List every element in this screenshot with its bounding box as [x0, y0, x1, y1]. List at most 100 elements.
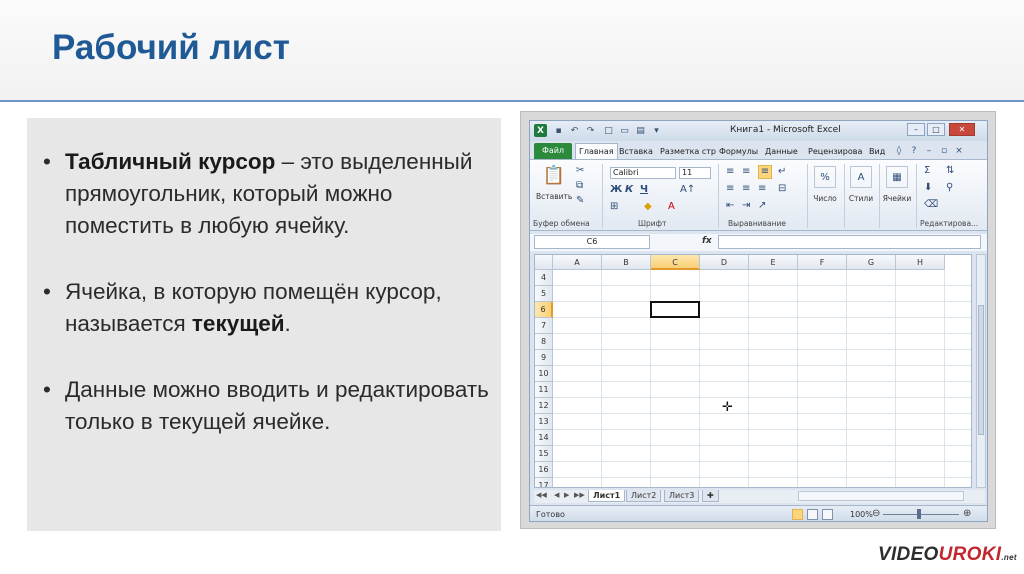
zoom-slider-thumb[interactable]	[917, 509, 921, 519]
sort-filter-icon[interactable]: ⇅	[946, 165, 954, 177]
paste-label[interactable]: Вставить	[536, 192, 572, 201]
italic-button[interactable]: К	[625, 184, 633, 196]
align-middle-icon[interactable]: ≡	[742, 166, 750, 178]
maximize-icon[interactable]: □	[927, 123, 945, 136]
page-break-view-icon[interactable]	[822, 509, 833, 520]
styles-label[interactable]: Стили	[844, 194, 878, 203]
copy-icon[interactable]: ⧉	[576, 180, 583, 192]
formula-input[interactable]	[718, 235, 981, 249]
cells-icon[interactable]: ▦	[886, 166, 908, 188]
column-header-b[interactable]: B	[602, 255, 651, 270]
tab-review[interactable]: Рецензирова	[805, 144, 865, 160]
next-sheet-icon[interactable]: ▶	[564, 491, 569, 499]
format-painter-icon[interactable]: ✎	[576, 195, 584, 207]
zoom-in-icon[interactable]: ⊕	[963, 508, 971, 519]
font-color-icon[interactable]: A	[668, 201, 675, 213]
cells-label[interactable]: Ячейки	[879, 194, 915, 203]
worksheet-grid[interactable]: A B C D E F G H 4 5 6 7 8 9 10 11 12 13 14 15 16 17 ✛	[534, 254, 972, 488]
row-header-14[interactable]: 14	[535, 430, 553, 446]
column-header-c[interactable]: C	[651, 255, 700, 270]
column-header-f[interactable]: F	[798, 255, 847, 270]
min-workbook-icon[interactable]: –	[923, 145, 935, 157]
row-header-8[interactable]: 8	[535, 334, 553, 350]
number-label[interactable]: Число	[808, 194, 842, 203]
horizontal-scrollbar[interactable]	[798, 491, 964, 501]
page-layout-view-icon[interactable]	[807, 509, 818, 520]
insert-function-icon[interactable]: fx	[702, 236, 712, 246]
grow-font-icon[interactable]: A↑	[680, 184, 695, 196]
align-top-icon[interactable]: ≡	[726, 166, 734, 178]
print-icon[interactable]: ▤	[634, 124, 647, 137]
open-folder-icon[interactable]: ▭	[618, 124, 631, 137]
close-icon[interactable]: ✕	[949, 123, 975, 136]
row-header-4[interactable]: 4	[535, 270, 553, 286]
normal-view-icon[interactable]	[792, 509, 803, 520]
row-header-9[interactable]: 9	[535, 350, 553, 366]
help-icon[interactable]: ?	[908, 145, 920, 157]
cut-icon[interactable]: ✂	[576, 165, 584, 177]
font-name-select[interactable]: Calibri	[610, 167, 676, 179]
column-header-e[interactable]: E	[749, 255, 798, 270]
orientation-icon[interactable]: ↗	[758, 200, 766, 212]
wrap-text-icon[interactable]: ↵	[778, 166, 786, 178]
tab-page-layout[interactable]: Разметка стр	[657, 144, 719, 160]
column-header-a[interactable]: A	[553, 255, 602, 270]
row-header-11[interactable]: 11	[535, 382, 553, 398]
redo-icon[interactable]: ↷	[584, 124, 597, 137]
merge-cells-icon[interactable]: ⊟	[778, 183, 786, 195]
column-header-d[interactable]: D	[700, 255, 749, 270]
clear-icon[interactable]: ⌫	[924, 199, 938, 211]
zoom-level[interactable]: 100%	[850, 510, 873, 519]
zoom-out-icon[interactable]: ⊖	[872, 508, 880, 519]
insert-sheet-icon[interactable]: ✚	[702, 490, 719, 502]
table-cursor[interactable]	[650, 301, 700, 318]
paste-icon[interactable]: 📋	[542, 164, 566, 188]
new-file-icon[interactable]: □	[602, 124, 615, 137]
tab-insert[interactable]: Вставка	[616, 144, 656, 160]
tab-file[interactable]: Файл	[534, 143, 572, 159]
customize-toolbar-icon[interactable]: ▾	[650, 124, 663, 137]
name-box[interactable]: C6	[534, 235, 650, 249]
decrease-indent-icon[interactable]: ⇤	[726, 200, 734, 212]
row-header-15[interactable]: 15	[535, 446, 553, 462]
row-header-17[interactable]: 17	[535, 478, 553, 487]
last-sheet-icon[interactable]: ▶▶	[574, 491, 585, 499]
row-header-10[interactable]: 10	[535, 366, 553, 382]
row-header-12[interactable]: 12	[535, 398, 553, 414]
borders-icon[interactable]: ⊞	[610, 201, 618, 213]
close-workbook-icon[interactable]: ×	[953, 145, 965, 157]
autosum-icon[interactable]: Σ	[924, 165, 930, 177]
align-right-icon[interactable]: ≡	[758, 183, 766, 195]
increase-indent-icon[interactable]: ⇥	[742, 200, 750, 212]
select-all-corner[interactable]	[535, 255, 553, 270]
restore-workbook-icon[interactable]: ▫	[938, 145, 950, 157]
column-header-g[interactable]: G	[847, 255, 896, 270]
zoom-slider[interactable]	[883, 514, 959, 515]
underline-button[interactable]: Ч	[640, 184, 648, 196]
row-header-5[interactable]: 5	[535, 286, 553, 302]
ribbon-collapse-icon[interactable]: ◊	[893, 145, 905, 157]
sheet-tab-1[interactable]: Лист1	[588, 490, 626, 502]
vertical-scrollbar[interactable]	[976, 254, 986, 488]
align-left-icon[interactable]: ≡	[726, 183, 734, 195]
bold-button[interactable]: Ж	[610, 184, 622, 196]
row-header-13[interactable]: 13	[535, 414, 553, 430]
sheet-tab-2[interactable]: Лист2	[626, 490, 662, 502]
styles-icon[interactable]: A	[850, 166, 872, 188]
prev-sheet-icon[interactable]: ◀	[554, 491, 559, 499]
vertical-scroll-thumb[interactable]	[978, 305, 984, 435]
font-size-select[interactable]: 11	[679, 167, 711, 179]
column-header-h[interactable]: H	[896, 255, 945, 270]
fill-down-icon[interactable]: ⬇	[924, 182, 932, 194]
save-icon[interactable]: ▪	[552, 124, 565, 137]
undo-icon[interactable]: ↶	[568, 124, 581, 137]
percent-icon[interactable]: %	[814, 166, 836, 188]
first-sheet-icon[interactable]: ◀◀	[536, 491, 547, 499]
row-header-6[interactable]: 6	[535, 302, 553, 318]
align-bottom-icon[interactable]: ≡	[758, 165, 772, 179]
find-select-icon[interactable]: ⚲	[946, 182, 953, 194]
tab-data[interactable]: Данные	[762, 144, 801, 160]
minimize-icon[interactable]: –	[907, 123, 925, 136]
tab-home[interactable]: Главная	[575, 143, 618, 159]
row-header-7[interactable]: 7	[535, 318, 553, 334]
